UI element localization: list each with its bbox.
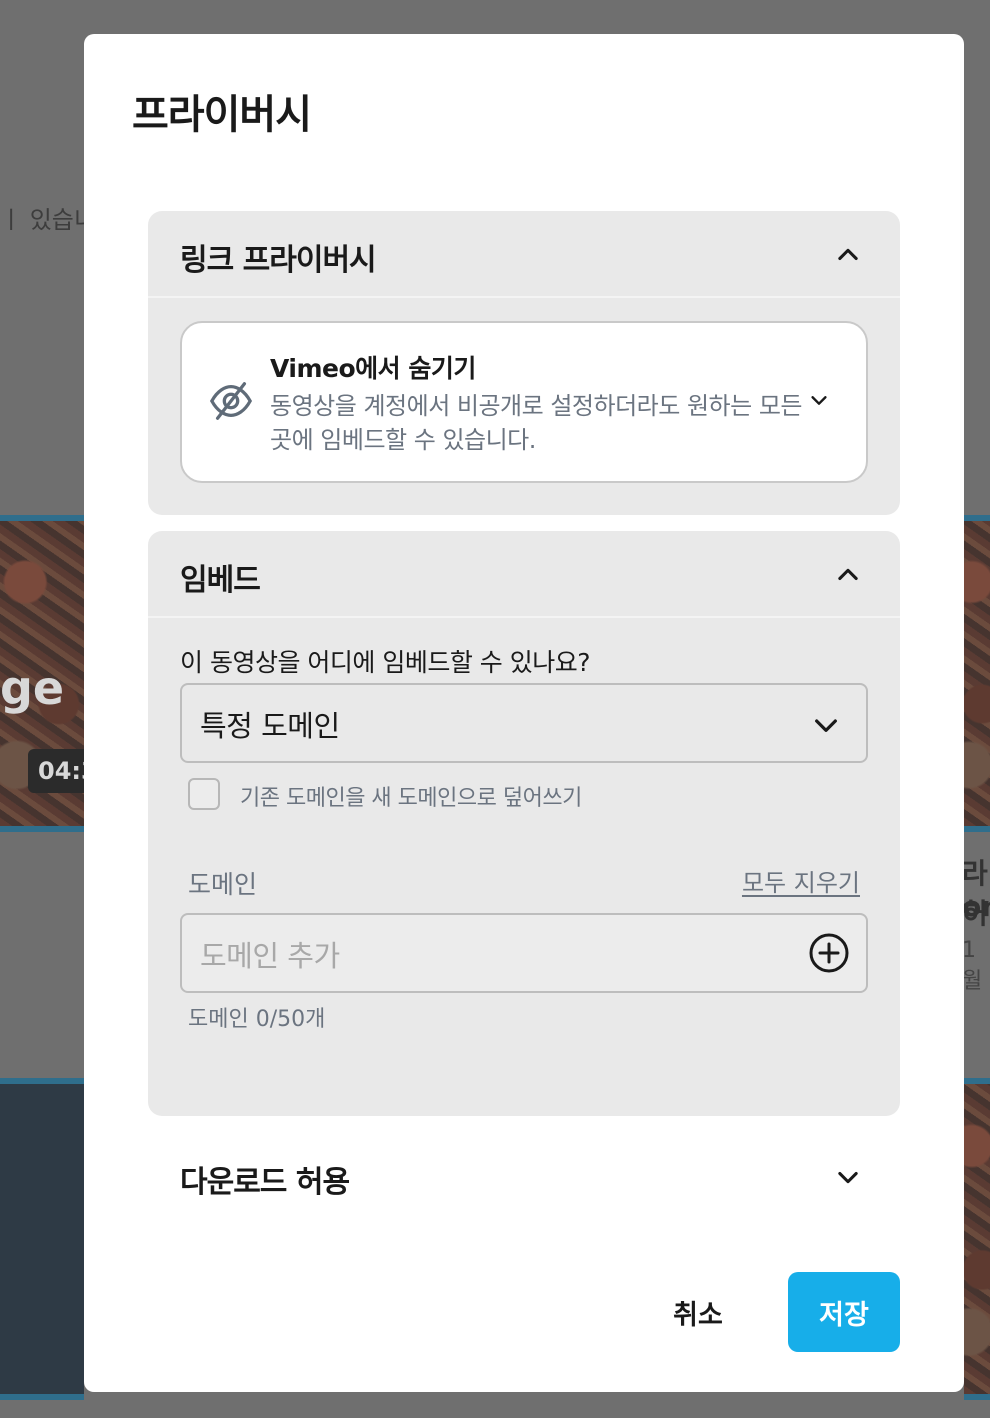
link-privacy-option-description: 동영상을 계정에서 비공개로 설정하더라도 원하는 모든 곳에 임베드할 수 있… xyxy=(270,392,802,454)
add-circle-icon[interactable] xyxy=(808,932,850,974)
background-video-thumbnail-2 xyxy=(0,1078,84,1400)
embed-title: 임베드 xyxy=(180,563,261,598)
chevron-up-icon[interactable] xyxy=(834,561,862,589)
chevron-down-icon[interactable] xyxy=(808,389,830,411)
background-video-thumbnail: ge 04:3 xyxy=(0,515,84,832)
link-privacy-header[interactable]: 링크 프라이버시 xyxy=(148,211,900,298)
background-video-duration: 04:3 xyxy=(28,749,84,793)
embed-location-select[interactable]: 특정 도메인 xyxy=(180,683,868,763)
privacy-modal: 프라이버시 링크 프라이버시 Vimeo에서 숨기기 동영상을 계정에서 비공개… xyxy=(84,34,964,1392)
domain-input-placeholder: 도메인 추가 xyxy=(200,939,340,973)
link-privacy-section: 링크 프라이버시 Vimeo에서 숨기기 동영상을 계정에서 비공개로 설정하더… xyxy=(148,211,900,515)
eye-slash-icon xyxy=(208,378,254,424)
link-privacy-option-title: Vimeo에서 숨기기 xyxy=(270,354,476,383)
domain-input[interactable]: 도메인 추가 xyxy=(180,913,868,993)
background-right-subtitle: on xyxy=(962,890,990,923)
background-thumbnail-title: ge xyxy=(0,661,65,715)
clear-all-link[interactable]: 모두 지우기 xyxy=(742,863,860,898)
background-video-thumbnail-right xyxy=(964,515,990,832)
download-section-header[interactable]: 다운로드 허용 xyxy=(148,1139,900,1209)
link-privacy-title: 링크 프라이버시 xyxy=(180,243,377,278)
modal-title: 프라이버시 xyxy=(132,92,312,138)
overwrite-domains-checkbox[interactable] xyxy=(188,778,220,810)
embed-location-value: 특정 도메인 xyxy=(200,709,340,743)
link-privacy-select[interactable]: Vimeo에서 숨기기 동영상을 계정에서 비공개로 설정하더라도 원하는 모든… xyxy=(180,321,868,483)
chevron-down-icon xyxy=(810,709,842,741)
embed-question-label: 이 동영상을 어디에 임베드할 수 있나요? xyxy=(180,648,591,677)
overwrite-domains-label[interactable]: 기존 도메인을 새 도메인으로 덮어쓰기 xyxy=(240,780,582,812)
background-video-thumbnail-right-2 xyxy=(964,1078,990,1400)
save-button[interactable]: 저장 xyxy=(788,1272,900,1352)
background-right-date: 1 월 xyxy=(962,938,983,994)
domain-count: 도메인 0/50개 xyxy=(188,1007,326,1032)
chevron-up-icon[interactable] xyxy=(834,241,862,269)
domain-label: 도메인 xyxy=(188,870,258,899)
embed-section: 임베드 이 동영상을 어디에 임베드할 수 있나요? 특정 도메인 기존 도메인… xyxy=(148,531,900,1116)
cancel-button[interactable]: 취소 xyxy=(650,1272,746,1352)
embed-header[interactable]: 임베드 xyxy=(148,531,900,618)
background-partial-text: ㅣ 있습니 xyxy=(0,206,96,234)
download-title: 다운로드 허용 xyxy=(180,1165,350,1200)
chevron-down-icon[interactable] xyxy=(834,1163,862,1191)
